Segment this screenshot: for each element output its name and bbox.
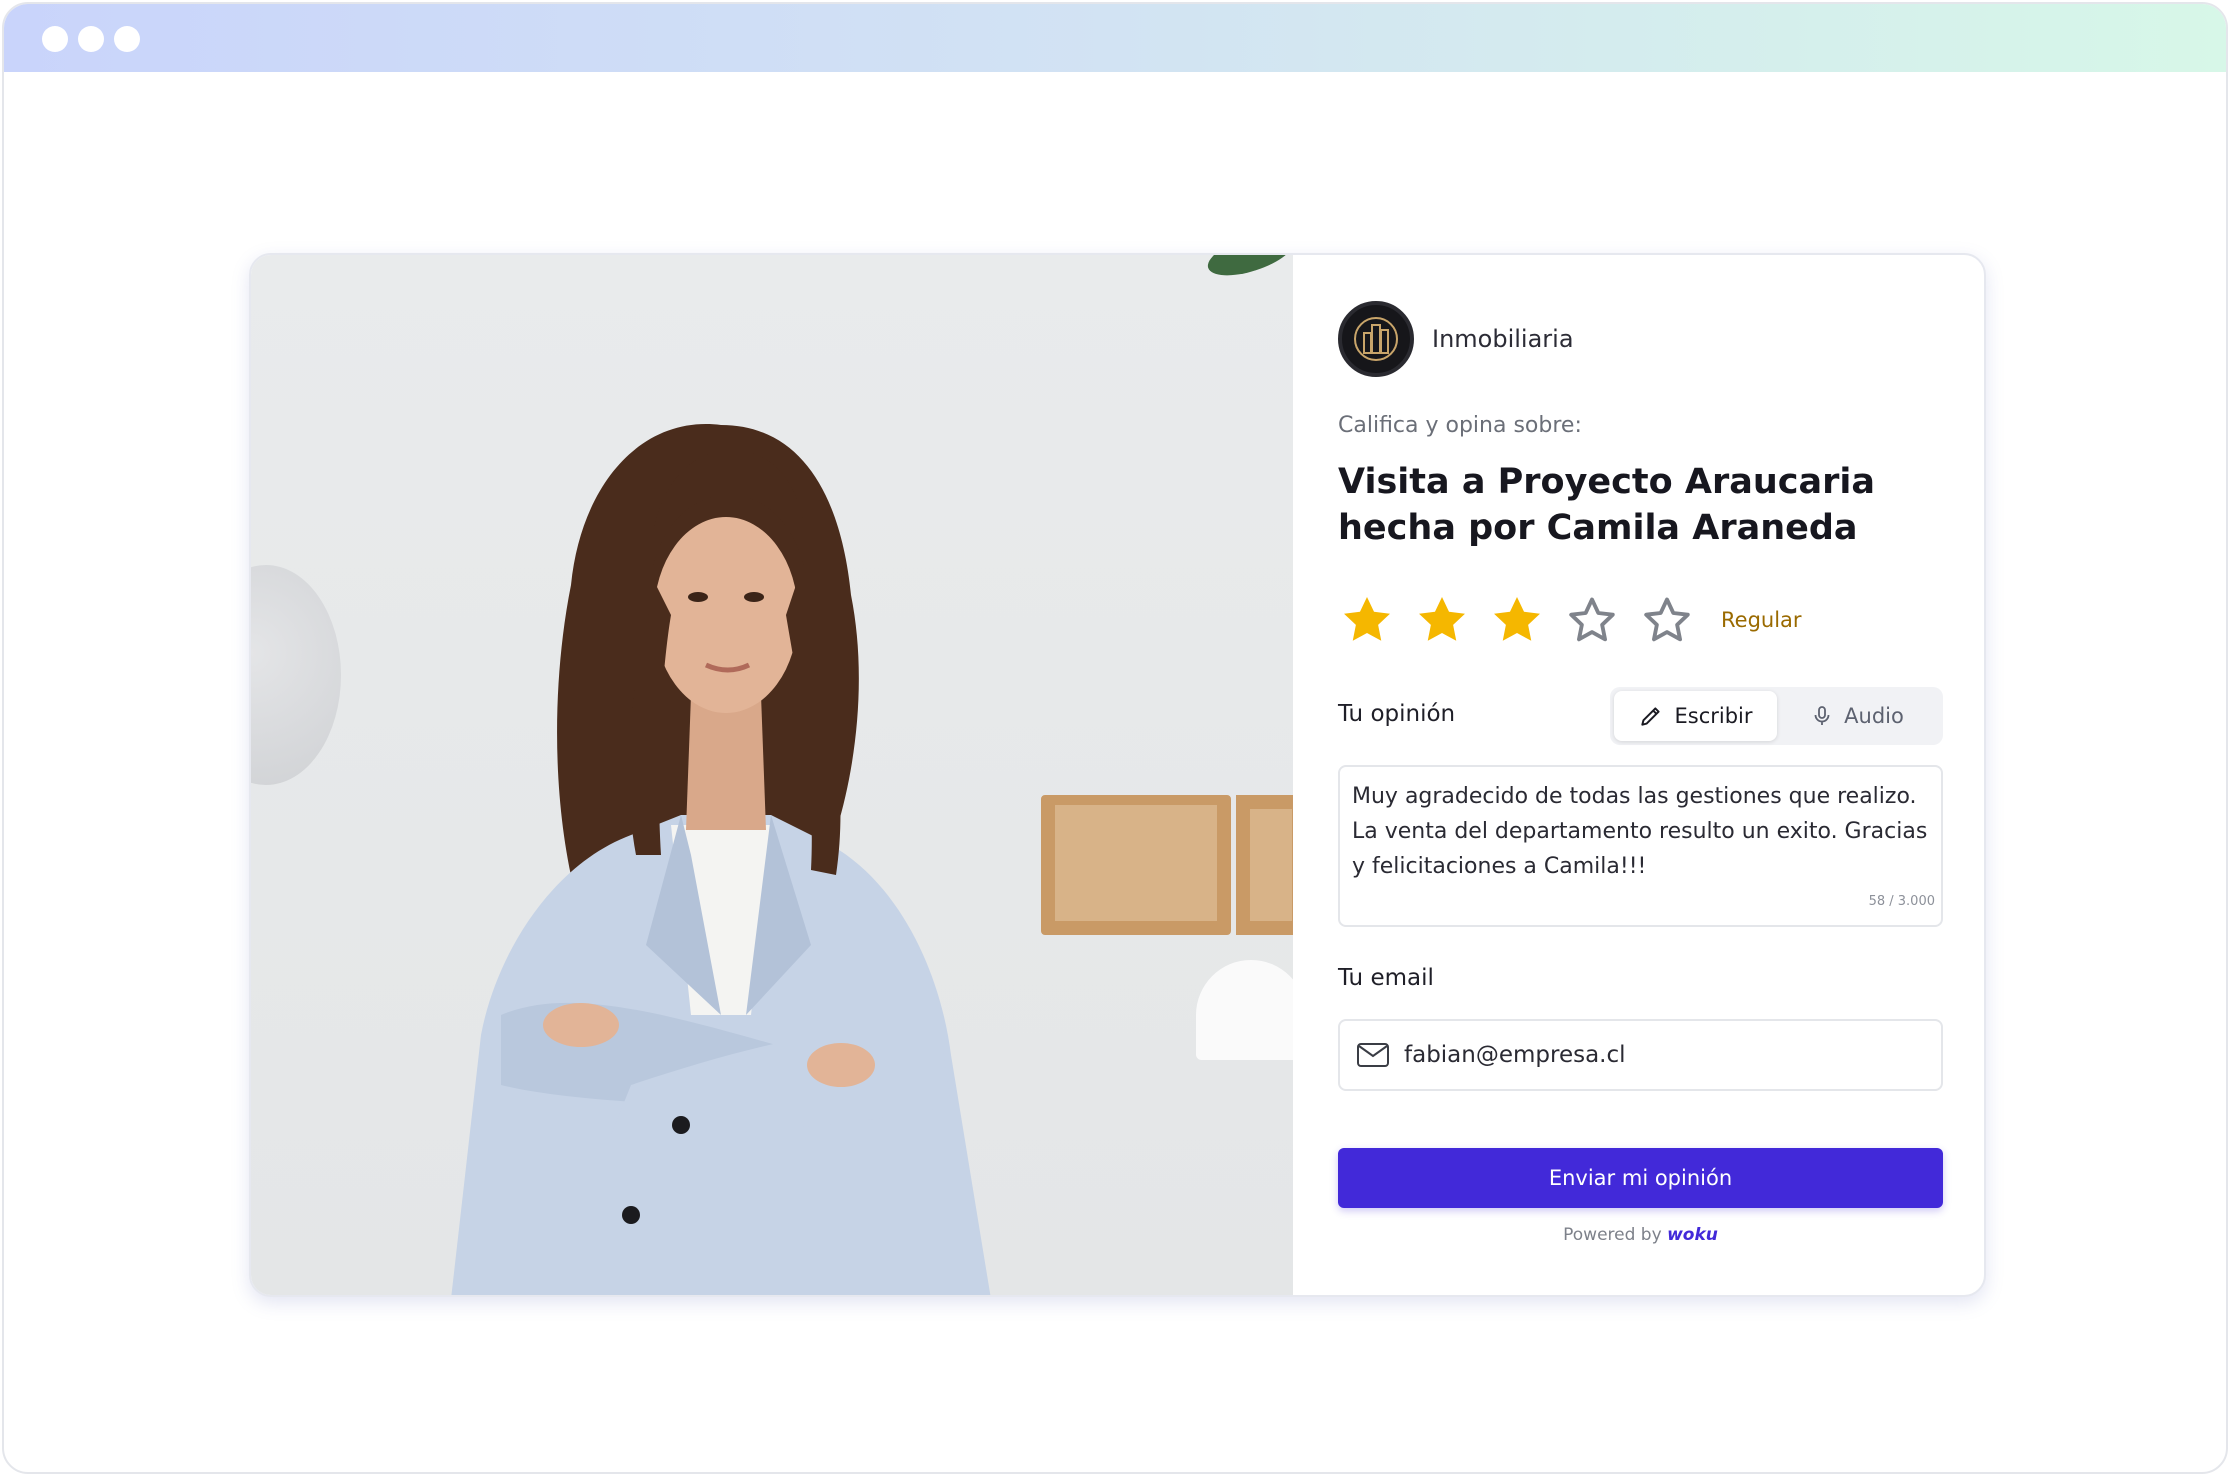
buildings-icon [1338, 301, 1414, 377]
form-subtitle: Califica y opina sobre: [1338, 413, 1582, 438]
mail-icon [1357, 1043, 1389, 1067]
write-mode-button[interactable]: Escribir [1614, 691, 1777, 741]
close-dot[interactable] [42, 26, 68, 52]
woku-link[interactable]: woku [1667, 1225, 1718, 1245]
audio-mode-button[interactable]: Audio [1777, 691, 1937, 741]
powered-prefix: Powered by [1563, 1225, 1662, 1245]
star-icon-5[interactable] [1638, 591, 1696, 649]
review-card: Inmobiliaria Califica y opina sobre: Vis… [249, 253, 1986, 1297]
form-title: Visita a Proyecto Araucaria hecha por Ca… [1338, 462, 1875, 548]
maximize-dot[interactable] [114, 26, 140, 52]
email-label: Tu email [1338, 965, 1434, 991]
star-icon-1[interactable] [1338, 591, 1396, 649]
star-icon-4[interactable] [1563, 591, 1621, 649]
opinion-text: Muy agradecido de todas las gestiones qu… [1352, 784, 1928, 879]
rating-label: Regular [1721, 608, 1802, 632]
review-form-panel: Inmobiliaria Califica y opina sobre: Vis… [1293, 255, 1984, 1295]
email-value: fabian@empresa.cl [1404, 1042, 1626, 1068]
star-icon-3[interactable] [1488, 591, 1546, 649]
star-rating[interactable]: Regular [1338, 591, 1802, 649]
agent-photo [251, 255, 1293, 1295]
star-icon-2[interactable] [1413, 591, 1471, 649]
company-header: Inmobiliaria [1338, 301, 1574, 377]
email-field[interactable]: fabian@empresa.cl [1338, 1019, 1943, 1091]
write-mode-label: Escribir [1674, 704, 1753, 728]
company-name: Inmobiliaria [1432, 325, 1574, 353]
character-counter: 58 / 3.000 [1868, 894, 1935, 909]
browser-window: Inmobiliaria Califica y opina sobre: Vis… [2, 2, 2228, 1474]
submit-button[interactable]: Enviar mi opinión [1338, 1148, 1943, 1208]
minimize-dot[interactable] [78, 26, 104, 52]
title-bar [4, 4, 2226, 72]
pencil-icon [1641, 707, 1661, 726]
opinion-mode-toggle: Escribir Audio [1610, 687, 1943, 745]
opinion-textarea[interactable]: Muy agradecido de todas las gestiones qu… [1338, 765, 1943, 927]
person-illustration [451, 424, 991, 1295]
opinion-label: Tu opinión [1338, 701, 1456, 727]
audio-mode-label: Audio [1844, 704, 1904, 728]
powered-by: Powered by woku [1338, 1225, 1943, 1245]
microphone-icon [1814, 706, 1830, 725]
